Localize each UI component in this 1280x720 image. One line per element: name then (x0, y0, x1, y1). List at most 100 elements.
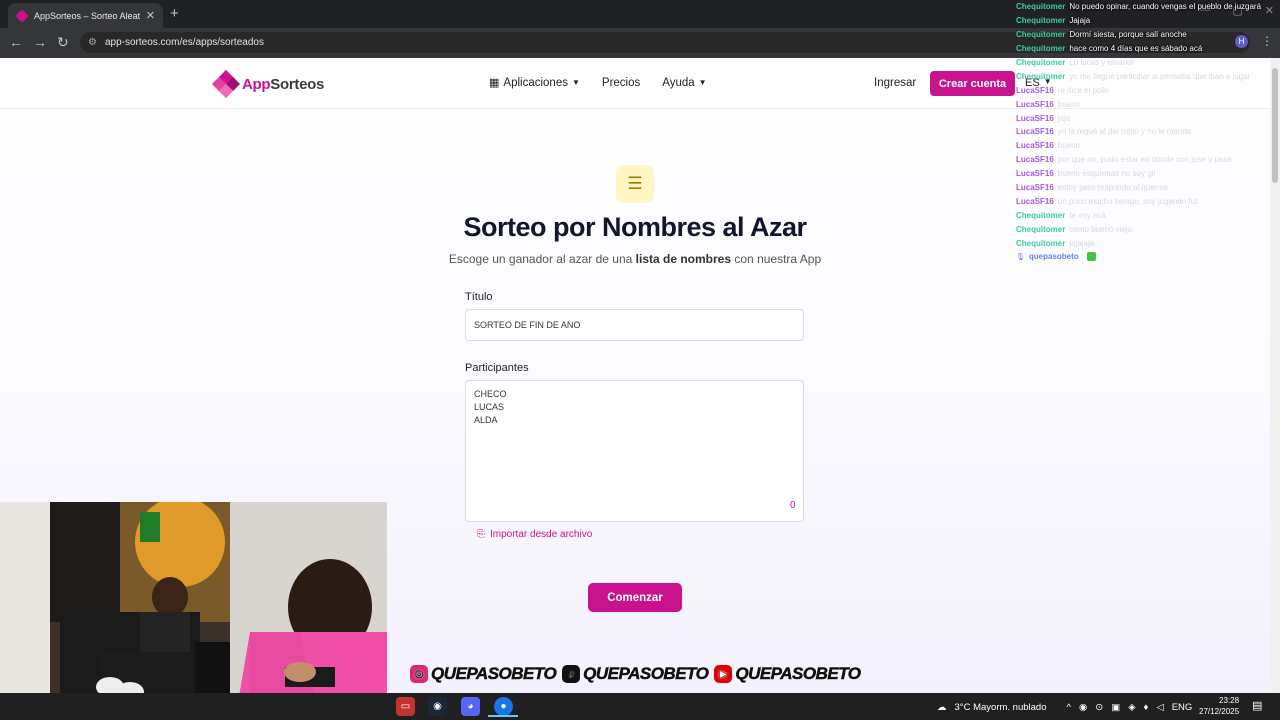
chat-message: LucaSF16 un poco mucho tiempo, soy jugand… (1016, 194, 1276, 208)
login-link[interactable]: Ingresar (874, 77, 916, 89)
stream-socials-banner: ◎ QUEPASOBETO ♪ QUEPASOBETO ▶ QUEPASOBET… (410, 664, 861, 684)
chat-text: bueno (1057, 99, 1081, 109)
chat-username: LucaSF16 (1016, 85, 1054, 95)
chat-username: LucaSF16 (1016, 196, 1054, 206)
tray-app-icon[interactable]: ⊙ (1095, 702, 1103, 713)
chat-message: Chequitomer Dormí siesta, porque salí ano… (1016, 28, 1276, 42)
volume-icon[interactable]: ◁ (1156, 702, 1163, 713)
social-handle: QUEPASOBETO (735, 664, 861, 684)
webcam-overlay (0, 502, 387, 720)
chat-text: por que no, pudo estar en dónde con jose… (1057, 155, 1232, 165)
back-arrow-icon[interactable]: ← (9, 34, 23, 50)
chat-username: quepasobeto (1028, 252, 1079, 262)
chrome-icon[interactable]: ● (494, 697, 513, 716)
logo-mark-icon (211, 69, 241, 99)
webcam-scene (0, 502, 387, 720)
title-input[interactable]: SORTEO DE FIN DE ANO (465, 309, 804, 341)
chat-message: LucaSF16 re dice el pollo (1016, 83, 1276, 97)
chat-message: LucaSF16 bueno (1016, 97, 1276, 111)
reload-icon[interactable]: ↻ (57, 34, 69, 51)
chat-username: LucaSF16 (1016, 183, 1054, 193)
social-handle: QUEPASOBETO (583, 664, 709, 684)
site-logo[interactable]: AppSorteos (211, 69, 325, 99)
chat-message: Chequitomer No puedo opinar, cuando venga… (1016, 0, 1276, 14)
chat-message: LucaSF16 bueno (1016, 139, 1276, 153)
site-info-icon[interactable]: ⚙ (88, 37, 97, 48)
chat-text: yo me llegué participar si pensaba que i… (1069, 71, 1251, 81)
chat-username: Chequitomer (1016, 71, 1066, 81)
microphone-icon[interactable]: ♦ (1144, 702, 1149, 713)
browser-tab[interactable]: AppSorteos – Sorteo Aleatorio ✕ (8, 3, 163, 28)
clock-time: 23:28 (1219, 696, 1240, 705)
tray-chevron-icon[interactable]: ^ (1066, 702, 1070, 713)
file-import-icon: ⎘ (477, 529, 485, 540)
grid-icon: ▦ (489, 77, 500, 89)
chat-text: un poco mucho tiempo, soy jugando fut (1057, 196, 1198, 206)
active-app-indicator (488, 715, 518, 717)
tiktok-icon: ♪ (562, 665, 581, 683)
tray-app-icon[interactable]: ◈ (1128, 702, 1135, 713)
chat-text: Dormí siesta, porque salí anoche (1069, 30, 1187, 40)
chat-message: LucaSF16 bueno esquemas no soy gil (1016, 167, 1276, 181)
chat-username: Chequitomer (1016, 44, 1066, 54)
chat-text: Jajaja (1069, 16, 1091, 26)
tray-app-icon[interactable]: ▣ (1111, 702, 1120, 713)
tab-title: AppSorteos – Sorteo Aleatorio (34, 10, 140, 21)
signup-button[interactable]: Crear cuenta (930, 71, 1015, 96)
chat-username: Chequitomer (1016, 16, 1066, 26)
list-numbered-icon: ☰ (616, 165, 654, 203)
youtube-icon: ▶ (714, 665, 733, 683)
weather-text[interactable]: 3°C Mayorm. nublado (955, 702, 1047, 713)
chat-message: LucaSF16 estoy pero respondo al quemar (1016, 181, 1276, 195)
steam-icon[interactable]: ◉ (428, 697, 447, 716)
new-tab-button[interactable]: + (170, 5, 179, 22)
chat-message: Chequitomer yo me llegué participar si pe… (1016, 69, 1276, 83)
input-language[interactable]: ENG (1172, 702, 1193, 713)
chat-text: yo la regué al del rubio y no le mando (1057, 127, 1192, 137)
brand-app: App (242, 75, 271, 93)
tab-close-icon[interactable]: ✕ (146, 9, 155, 22)
subtitle-pre: Escoge un ganador al azar de una (448, 252, 636, 266)
site-favicon-icon (15, 8, 29, 23)
social-tiktok: ♪ QUEPASOBETO (562, 664, 709, 684)
chat-username: LucaSF16 (1016, 99, 1054, 109)
chat-username: Chequitomer (1016, 238, 1066, 248)
forward-arrow-icon[interactable]: → (33, 34, 47, 50)
discord-icon[interactable]: ◕ (461, 697, 480, 716)
chat-message: LucaSF16 yo la regué al del rubio y no le… (1016, 125, 1276, 139)
chevron-down-icon: ▼ (698, 78, 707, 87)
taskbar-app-icon[interactable]: ▭ (396, 697, 415, 716)
chat-message: 🎙 quepasobeto (1016, 250, 1276, 264)
chat-username: Chequitomer (1016, 2, 1066, 12)
tray-app-icon[interactable]: ◉ (1079, 702, 1087, 713)
participant-line: LUCAS (474, 402, 505, 412)
subtitle-bold: lista de nombres (635, 252, 732, 266)
mic-icon: 🎙 (1016, 253, 1025, 261)
chat-text: bueno esquemas no soy gil (1057, 169, 1156, 179)
system-clock[interactable]: 23:28 27/12/2025 (1199, 695, 1239, 717)
chat-username: LucaSF16 (1016, 155, 1054, 165)
nav-aplicaciones[interactable]: ▦ Aplicaciones ▼ (489, 76, 580, 90)
chat-text: re dice el pollo (1057, 85, 1110, 95)
page-title: Sorteo por Nombres al Azar (463, 212, 807, 242)
import-file-link[interactable]: ⎘ Importar desde archivo (477, 529, 592, 540)
chat-text: estoy pero respondo al quemar (1057, 183, 1169, 193)
chat-username: Chequitomer (1016, 30, 1066, 40)
weather-icon[interactable]: ☁ (937, 702, 947, 713)
chat-message: Chequitomer jajajaja (1016, 236, 1276, 250)
chat-message: Chequitomer te voy acá (1016, 208, 1276, 222)
nav-ayuda[interactable]: Ayuda ▼ (662, 77, 706, 89)
chat-message: LucaSF16 por que no, pudo estar en dónde … (1016, 153, 1276, 167)
participant-line: CHECO (474, 389, 507, 399)
start-button[interactable]: Comenzar (588, 583, 682, 612)
clock-date: 27/12/2025 (1199, 707, 1240, 716)
participants-count: 0 (790, 500, 796, 511)
import-label: Importar desde archivo (490, 529, 593, 540)
notification-icon[interactable]: ▤ (1252, 699, 1262, 712)
chat-username: LucaSF16 (1016, 169, 1054, 179)
brand-rest: Sorteos (270, 75, 325, 93)
participants-textarea[interactable]: CHECO LUCAS ALDA (465, 380, 804, 522)
url-text: app-sorteos.com/es/apps/sorteados (104, 37, 264, 48)
chat-username: Chequitomer (1016, 58, 1066, 67)
nav-precios[interactable]: Precios (602, 77, 640, 89)
